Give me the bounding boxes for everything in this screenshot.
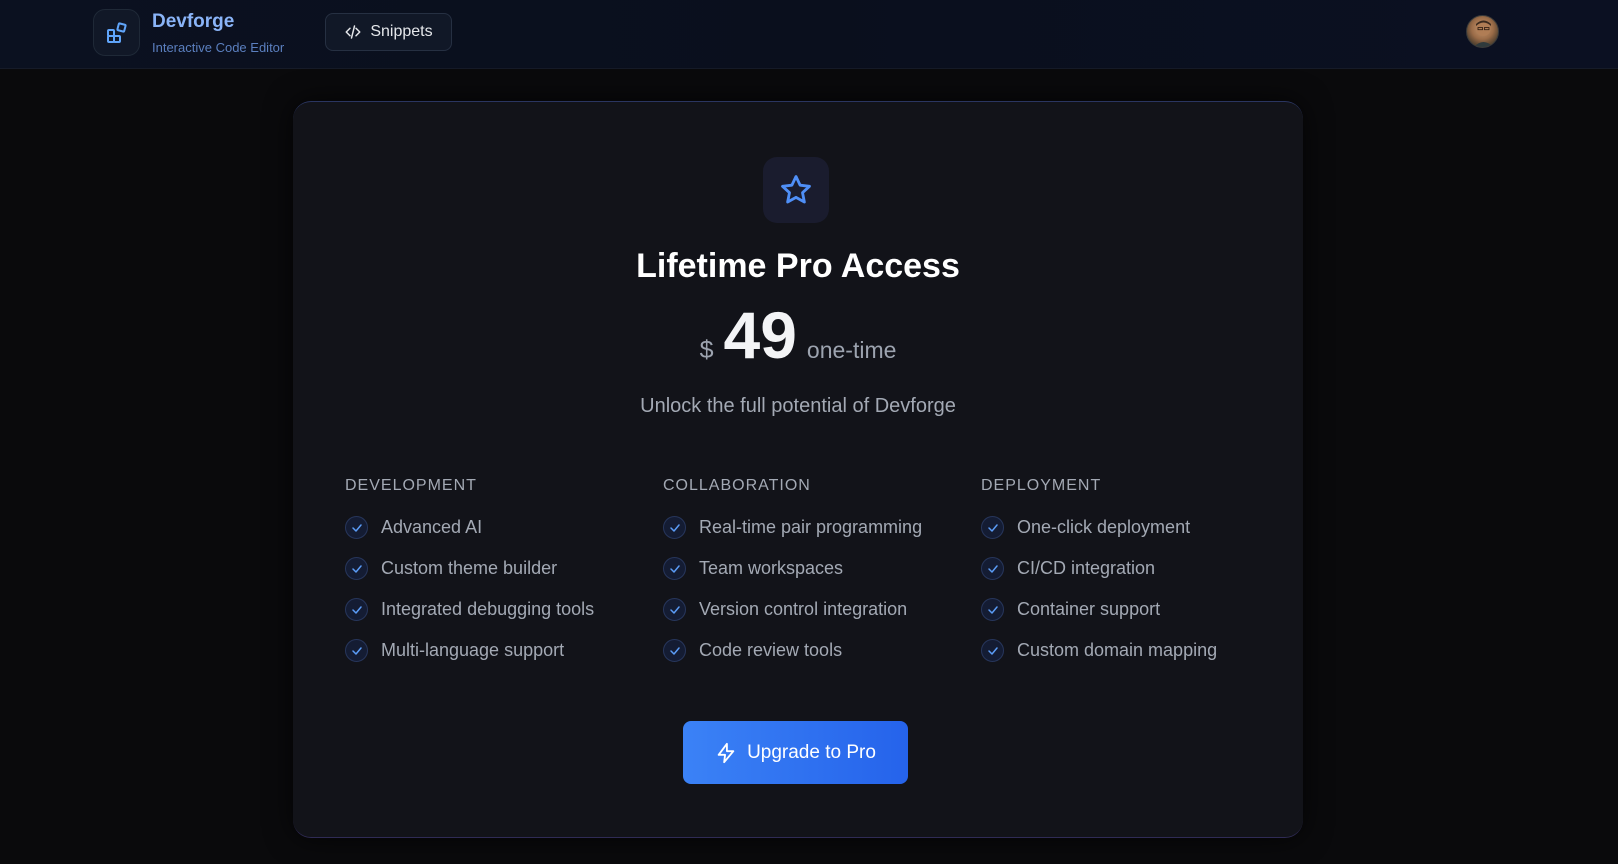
feature-item: Team workspaces: [663, 548, 963, 589]
feature-label: Advanced AI: [381, 517, 483, 537]
plan-title: Lifetime Pro Access: [636, 247, 960, 285]
feature-label: Custom theme builder: [381, 558, 558, 578]
feature-label: Real-time pair programming: [699, 517, 923, 537]
check-icon: [345, 598, 368, 621]
check-icon: [663, 516, 686, 539]
plan-tagline: Unlock the full potential of Devforge: [640, 395, 956, 417]
check-icon: [981, 557, 1004, 580]
feature-item: Integrated debugging tools: [345, 589, 645, 630]
check-icon: [981, 639, 1004, 662]
price-amount: 49: [723, 298, 797, 372]
upgrade-to-pro-button[interactable]: Upgrade to Pro: [683, 721, 908, 784]
feature-item: Custom theme builder: [345, 548, 645, 589]
feature-label: Team workspaces: [699, 558, 844, 578]
check-icon: [345, 516, 368, 539]
price-period: one-time: [806, 337, 897, 363]
feature-item: Version control integration: [663, 589, 963, 630]
feature-label: Container support: [1017, 599, 1161, 619]
snippets-button[interactable]: Snippets: [325, 13, 452, 51]
feature-label: One-click deployment: [1017, 517, 1191, 537]
feature-column-collaboration: COLLABORATION Real-time pair programming…: [663, 477, 963, 671]
feature-item: CI/CD integration: [981, 548, 1281, 589]
feature-label: Integrated debugging tools: [381, 599, 595, 619]
feature-item: Real-time pair programming: [663, 507, 963, 548]
feature-label: Code review tools: [699, 640, 843, 660]
column-heading: DEVELOPMENT: [345, 477, 477, 494]
feature-label: Multi-language support: [381, 640, 565, 660]
check-icon: [663, 639, 686, 662]
top-nav-bar: Devforge Interactive Code Editor Snippet…: [0, 0, 1618, 69]
feature-item: Advanced AI: [345, 507, 645, 548]
feature-label: Custom domain mapping: [1017, 640, 1218, 660]
check-icon: [345, 639, 368, 662]
check-icon: [981, 598, 1004, 621]
feature-column-development: DEVELOPMENT Advanced AI Custom theme bui…: [345, 477, 645, 671]
feature-item: One-click deployment: [981, 507, 1281, 548]
brand-subtitle: Interactive Code Editor: [152, 40, 285, 55]
feature-item: Custom domain mapping: [981, 630, 1281, 671]
price-currency: $: [699, 336, 714, 364]
check-icon: [663, 557, 686, 580]
feature-label: Version control integration: [699, 599, 908, 619]
feature-column-deployment: DEPLOYMENT One-click deployment CI/CD in…: [981, 477, 1281, 671]
feature-item: Multi-language support: [345, 630, 645, 671]
check-icon: [663, 598, 686, 621]
price: $ 49 one-time: [293, 302, 1303, 368]
feature-item: Code review tools: [663, 630, 963, 671]
upgrade-button-label: Upgrade to Pro: [747, 741, 876, 763]
star-icon: [763, 157, 829, 223]
snippets-label: Snippets: [370, 23, 433, 40]
code-icon: [345, 25, 361, 39]
column-heading: DEPLOYMENT: [981, 477, 1102, 494]
feature-label: CI/CD integration: [1017, 558, 1156, 578]
pricing-card: Lifetime Pro Access $ 49 one-time Unlock…: [293, 101, 1303, 838]
brand-name[interactable]: Devforge: [152, 11, 234, 33]
column-heading: COLLABORATION: [663, 477, 811, 494]
check-icon: [345, 557, 368, 580]
user-avatar[interactable]: [1466, 15, 1499, 48]
check-icon: [981, 516, 1004, 539]
zap-icon: [717, 742, 735, 763]
feature-item: Container support: [981, 589, 1281, 630]
logo-icon[interactable]: [93, 9, 140, 56]
